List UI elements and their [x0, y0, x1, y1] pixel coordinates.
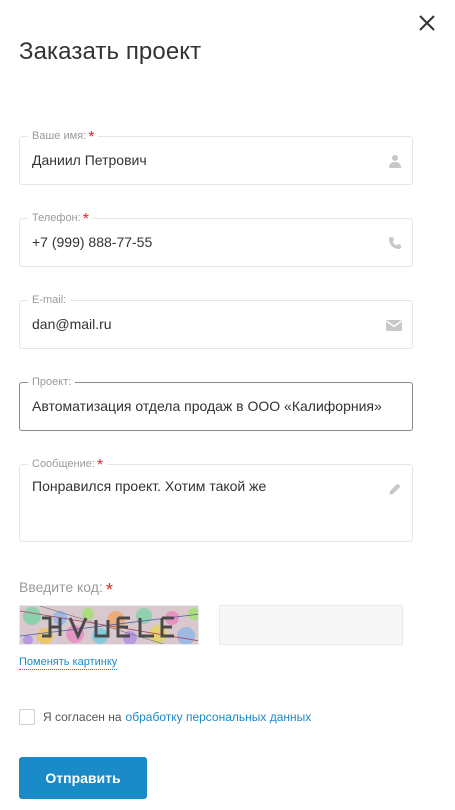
- change-captcha-link[interactable]: Поменять картинку: [19, 656, 118, 670]
- name-value: Даниил Петрович: [32, 152, 147, 168]
- user-icon: [388, 154, 402, 168]
- required-mark: *: [96, 457, 104, 474]
- close-button[interactable]: [416, 12, 438, 34]
- message-label: Сообщение: *: [28, 457, 108, 474]
- agreement-checkbox[interactable]: [19, 709, 35, 725]
- email-value: dan@mail.ru: [32, 316, 112, 332]
- required-mark: *: [82, 211, 89, 228]
- close-icon: [419, 15, 435, 31]
- name-field[interactable]: Ваше имя: * Даниил Петрович: [19, 129, 413, 185]
- pencil-icon: [388, 482, 402, 496]
- phone-icon: [388, 236, 402, 250]
- project-value: Автоматизация отдела продаж в ООО «Калиф…: [32, 398, 382, 414]
- email-field[interactable]: E-mail: dan@mail.ru: [19, 293, 413, 349]
- submit-button[interactable]: Отправить: [19, 757, 147, 799]
- phone-field[interactable]: Телефон: * +7 (999) 888-77-55: [19, 211, 413, 267]
- required-mark: *: [105, 580, 113, 600]
- agreement-text: Я согласен на: [43, 710, 122, 724]
- captcha-label: Введите код: *: [19, 579, 113, 600]
- project-label: Проект:: [28, 375, 76, 389]
- modal-title: Заказать проект: [19, 38, 202, 65]
- required-mark: *: [88, 129, 95, 146]
- agreement-row: Я согласен на обработку персональных дан…: [19, 709, 311, 725]
- privacy-policy-link[interactable]: обработку персональных данных: [126, 710, 312, 724]
- captcha-input[interactable]: [219, 605, 403, 645]
- phone-label: Телефон: *: [28, 211, 93, 228]
- project-field[interactable]: Проект: Автоматизация отдела продаж в ОО…: [19, 375, 413, 431]
- envelope-icon: [386, 318, 402, 332]
- name-label: Ваше имя: *: [28, 129, 99, 146]
- captcha-image: [19, 605, 199, 645]
- message-field[interactable]: Сообщение: * Понравился проект. Хотим так…: [19, 457, 413, 542]
- message-value: Понравился проект. Хотим такой же: [32, 478, 267, 494]
- email-label: E-mail:: [28, 293, 71, 307]
- phone-value: +7 (999) 888-77-55: [32, 234, 153, 250]
